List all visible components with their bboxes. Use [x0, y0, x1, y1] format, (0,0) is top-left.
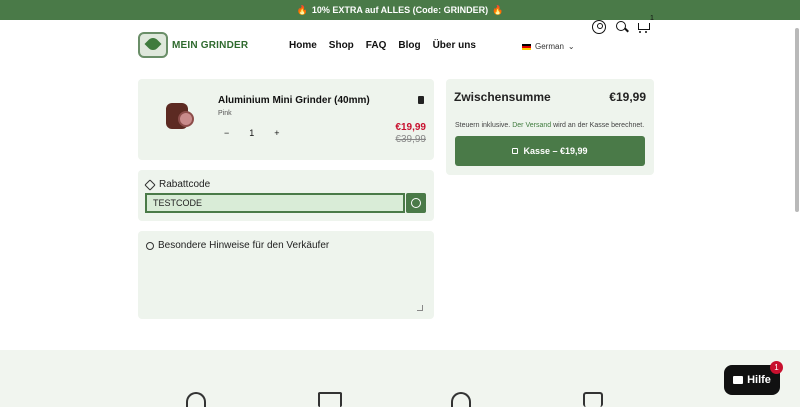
discount-section: Rabattcode TESTCODE: [138, 170, 434, 221]
product-image[interactable]: [164, 99, 194, 133]
shopping-bag-icon: [733, 376, 744, 384]
features-band: [0, 350, 800, 407]
resize-handle-icon[interactable]: [417, 305, 423, 311]
nav-faq[interactable]: FAQ: [366, 40, 387, 51]
language-label: German: [535, 42, 564, 51]
site-header: MEIN GRINDER Home Shop FAQ Blog Über uns…: [0, 20, 800, 72]
price-block: €19,99 €39,99: [395, 122, 426, 145]
quantity-value[interactable]: 1: [249, 128, 254, 138]
announcement-bar: 🔥 10% EXTRA auf ALLES (Code: GRINDER) 🔥: [0, 0, 800, 20]
discount-label: Rabattcode: [144, 178, 210, 191]
help-badge: 1: [770, 361, 783, 374]
order-note-field[interactable]: Besondere Hinweise für den Verkäufer: [138, 231, 434, 319]
order-summary: Zwischensumme €19,99 Steuern inklusive. …: [446, 79, 654, 175]
subtotal-value: €19,99: [609, 90, 646, 104]
search-icon[interactable]: [615, 20, 629, 34]
language-selector[interactable]: German ⌄: [522, 42, 575, 51]
shipping-link[interactable]: Der Versand: [512, 122, 551, 129]
increase-quantity-button[interactable]: +: [274, 128, 279, 138]
decrease-quantity-button[interactable]: −: [224, 128, 229, 138]
scrollbar[interactable]: [795, 28, 799, 212]
cart-icon[interactable]: [637, 20, 651, 34]
german-flag-icon: [522, 43, 531, 50]
cart-item: Aluminium Mini Grinder (40mm) Pink − 1 +…: [138, 79, 434, 160]
quantity-stepper: − 1 +: [224, 128, 280, 138]
brand-name: MEIN GRINDER: [172, 39, 249, 51]
nav-shop[interactable]: Shop: [329, 40, 354, 51]
lock-icon: [512, 148, 519, 154]
tag-icon: [144, 178, 156, 191]
sale-price: €19,99: [395, 122, 426, 133]
apply-discount-button[interactable]: [406, 193, 426, 213]
trash-icon[interactable]: [418, 96, 424, 104]
order-note-label: Besondere Hinweise für den Verkäufer: [146, 240, 329, 251]
discount-code-input[interactable]: TESTCODE: [145, 193, 405, 213]
grinder-logo-icon: [138, 32, 168, 58]
nav-about[interactable]: Über uns: [433, 40, 476, 51]
nav-home[interactable]: Home: [289, 40, 317, 51]
shield-check-icon: [451, 392, 471, 407]
checkout-button[interactable]: Kasse – €19,99: [455, 136, 645, 166]
account-icon[interactable]: [592, 20, 606, 34]
thumbs-up-icon: [583, 392, 603, 407]
fire-icon: 🔥: [296, 4, 308, 15]
truck-icon: [318, 392, 342, 407]
product-title[interactable]: Aluminium Mini Grinder (40mm): [218, 95, 370, 106]
announcement-text: 10% EXTRA auf ALLES (Code: GRINDER): [311, 5, 489, 15]
fire-icon: 🔥: [492, 4, 504, 15]
product-variant: Pink: [218, 110, 232, 117]
nav-blog[interactable]: Blog: [398, 40, 420, 51]
info-icon: [146, 241, 154, 250]
original-price: €39,99: [395, 134, 426, 145]
main-nav: Home Shop FAQ Blog Über uns: [289, 40, 476, 51]
cart-count-badge: 1: [650, 15, 654, 22]
support-icon: [186, 392, 206, 407]
tax-note: Steuern inklusive. Der Versand wird an d…: [455, 122, 645, 129]
chevron-down-icon: ⌄: [567, 42, 575, 51]
logo[interactable]: MEIN GRINDER: [138, 32, 248, 58]
subtotal-label: Zwischensumme: [454, 90, 551, 104]
